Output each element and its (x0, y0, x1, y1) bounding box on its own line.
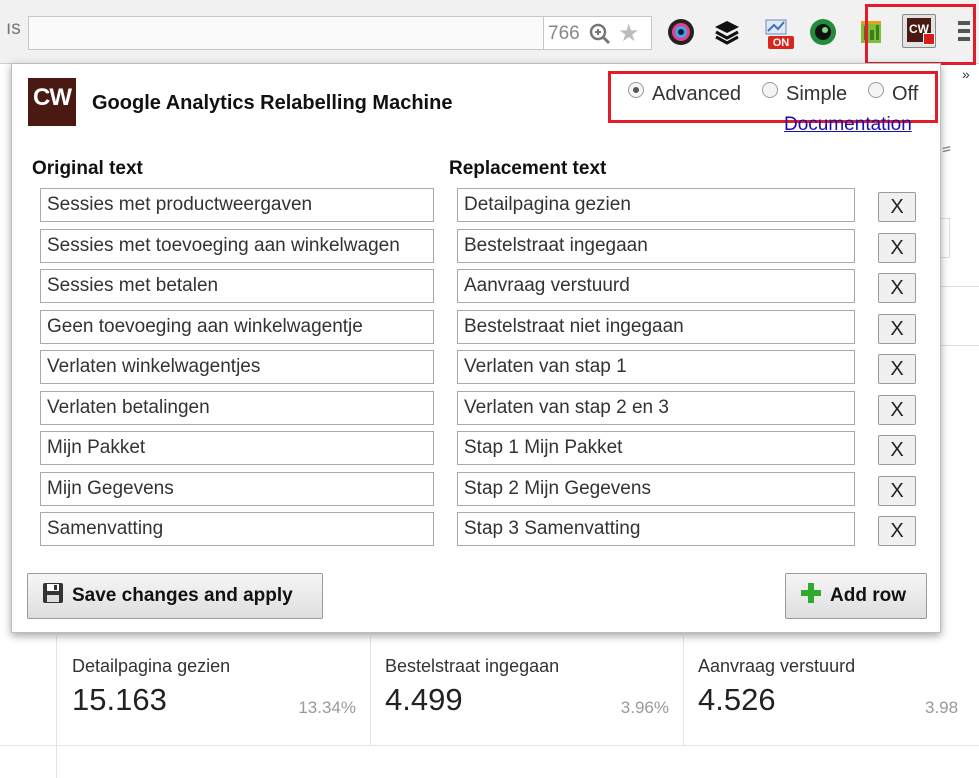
save-changes-button[interactable]: Save changes and apply (27, 573, 323, 619)
replacement-text-input[interactable]: Verlaten van stap 2 en 3 (457, 391, 855, 425)
mode-simple-radio[interactable]: Simple (762, 82, 847, 106)
replacement-text-input[interactable]: Bestelstraat ingegaan (457, 229, 855, 263)
zoom-icon[interactable] (588, 22, 612, 51)
metric-value: 4.526 (698, 682, 776, 717)
address-fragment-right: 766 (548, 23, 580, 44)
extension-highlight-box (865, 4, 976, 65)
green-camera-extension-icon[interactable] (808, 17, 838, 47)
metric-label: Bestelstraat ingegaan (385, 656, 560, 676)
delete-row-button[interactable]: X (878, 354, 916, 384)
replacement-text-input[interactable]: Detailpagina gezien (457, 188, 855, 222)
metric-value: 4.499 (385, 682, 463, 717)
replacement-text-input[interactable]: Aanvraag verstuurd (457, 269, 855, 303)
original-text-input[interactable]: Mijn Pakket (40, 431, 434, 465)
delete-row-button[interactable]: X (878, 273, 916, 303)
metric-card: Detailpagina gezien 15.163 13.34% (57, 636, 371, 746)
color-eye-extension-icon[interactable] (666, 17, 696, 47)
metric-value: 15.163 (72, 682, 167, 717)
delete-row-button[interactable]: X (878, 435, 916, 465)
chevron-overflow-icon[interactable]: » (962, 66, 970, 82)
delete-row-button[interactable]: X (878, 192, 916, 222)
metric-card: Aanvraag verstuurd 4.526 3.98 (683, 636, 979, 746)
browser-toolbar: ıs 766 ★ ON CW (0, 0, 979, 65)
metric-label: Detailpagina gezien (72, 656, 231, 676)
replacement-text-header: Replacement text (449, 158, 607, 179)
address-fragment-left: ıs (6, 18, 21, 39)
metric-label: Aanvraag verstuurd (698, 656, 856, 676)
address-bar[interactable] (28, 16, 544, 50)
original-text-input[interactable]: Verlaten betalingen (40, 391, 434, 425)
mode-label: Simple (786, 83, 848, 105)
save-disk-icon (42, 583, 72, 606)
documentation-link[interactable]: Documentation (784, 114, 912, 136)
delete-row-button[interactable]: X (878, 516, 916, 546)
save-button-label: Save changes and apply (72, 585, 293, 606)
mode-label: Off (892, 83, 919, 105)
mode-label: Advanced (652, 83, 741, 105)
metric-percent: 3.96% (620, 698, 669, 717)
replacement-text-input[interactable]: Verlaten van stap 1 (457, 350, 855, 384)
metric-card: Bestelstraat ingegaan 4.499 3.96% (370, 636, 684, 746)
replacement-text-input[interactable]: Stap 2 Mijn Gegevens (457, 472, 855, 506)
radio-icon[interactable] (868, 82, 884, 98)
plus-icon (800, 583, 830, 606)
original-text-input[interactable]: Samenvatting (40, 512, 434, 546)
background-divider (940, 286, 979, 287)
metric-percent: 3.98 (925, 698, 959, 717)
background-control (940, 218, 950, 258)
original-text-input[interactable]: Sessies met betalen (40, 269, 434, 303)
original-text-input[interactable]: Mijn Gegevens (40, 472, 434, 506)
add-row-button[interactable]: Add row (785, 573, 927, 619)
star-icon[interactable]: ★ (618, 19, 640, 48)
address-bar-end[interactable]: 766 ★ (544, 16, 652, 50)
popup-title: Google Analytics Relabelling Machine (92, 92, 453, 114)
svg-text:ON: ON (773, 37, 790, 49)
original-text-input[interactable]: Sessies met toevoeging aan winkelwagen (40, 229, 434, 263)
mode-advanced-radio[interactable]: Advanced (628, 82, 741, 106)
delete-row-button[interactable]: X (878, 314, 916, 344)
delete-row-button[interactable]: X (878, 476, 916, 506)
replacement-text-input[interactable]: Bestelstraat niet ingegaan (457, 310, 855, 344)
relabelling-popup: CW Google Analytics Relabelling Machine … (11, 63, 941, 633)
replacement-text-input[interactable]: Stap 3 Samenvatting (457, 512, 855, 546)
original-text-input[interactable]: Sessies met productweergaven (40, 188, 434, 222)
radio-checked-icon[interactable] (628, 82, 644, 98)
cw-logo: CW (28, 78, 76, 126)
metric-percent: 13.34% (298, 698, 356, 717)
radio-icon[interactable] (762, 82, 778, 98)
add-button-label: Add row (830, 585, 906, 606)
original-text-header: Original text (32, 158, 143, 179)
layers-extension-icon[interactable] (712, 17, 742, 47)
replacement-text-input[interactable]: Stap 1 Mijn Pakket (457, 431, 855, 465)
background-divider (940, 345, 979, 346)
delete-row-button[interactable]: X (878, 233, 916, 263)
original-text-input[interactable]: Geen toevoeging aan winkelwagentje (40, 310, 434, 344)
delete-row-button[interactable]: X (878, 395, 916, 425)
original-text-input[interactable]: Verlaten winkelwagentjes (40, 350, 434, 384)
on-extension-icon[interactable]: ON (762, 17, 794, 49)
mode-off-radio[interactable]: Off (868, 82, 918, 106)
